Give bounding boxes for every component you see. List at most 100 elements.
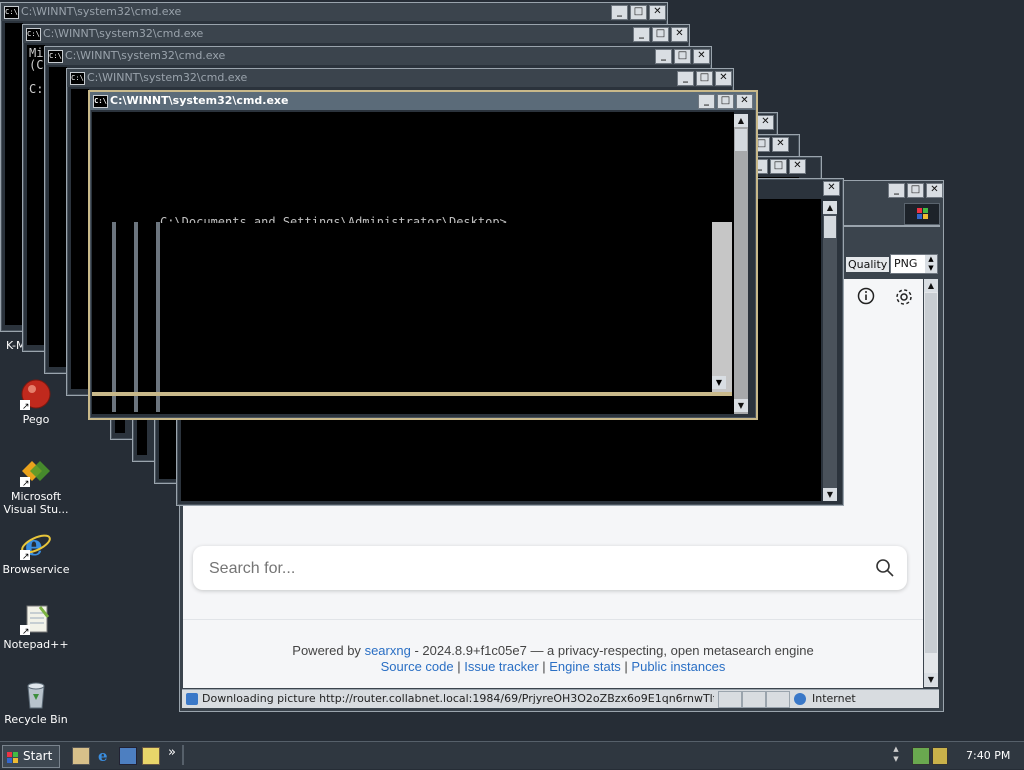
maximize-button[interactable]: □: [717, 94, 734, 109]
close-button[interactable]: ✕: [757, 115, 774, 130]
console-area[interactable]: Mi (C C:: [27, 45, 45, 345]
status-text: Downloading picture http://router.collab…: [202, 692, 714, 705]
quality-value: PNG: [894, 257, 918, 270]
console-area[interactable]: [49, 67, 67, 367]
quicklaunch-explorer-icon[interactable]: [142, 747, 160, 765]
tray-network-icon[interactable]: [912, 747, 930, 765]
icon-label: Browservice: [2, 563, 70, 576]
gear-icon[interactable]: [894, 287, 914, 307]
scroll-thumb[interactable]: [925, 293, 937, 653]
window-title[interactable]: C:\ C:\WINNT\system32\cmd.exe _ □ ✕: [45, 47, 711, 65]
scroll-up-arrow[interactable]: ▲: [823, 201, 837, 214]
browser-scrollbar[interactable]: ▲ ▼: [924, 279, 938, 687]
close-button[interactable]: ✕: [715, 71, 732, 86]
window-controls: _ □ ✕: [655, 49, 710, 64]
minimize-button[interactable]: _: [611, 5, 628, 20]
svg-text:↗: ↗: [22, 402, 30, 410]
minimize-button[interactable]: _: [888, 183, 905, 198]
title-text: C:\WINNT\system32\cmd.exe: [43, 27, 204, 40]
close-button[interactable]: ✕: [649, 5, 666, 20]
minimize-button[interactable]: _: [677, 71, 694, 86]
scroll-down-arrow[interactable]: ▼: [712, 376, 726, 389]
desktop-icon-pego[interactable]: ↗ Pego: [0, 378, 72, 426]
console-scrollbar[interactable]: ▲ ▼: [823, 201, 837, 501]
maximize-button[interactable]: □: [907, 183, 924, 198]
public-instances-link[interactable]: Public instances: [631, 659, 725, 674]
search-input[interactable]: [207, 556, 851, 582]
cmd-icon: C:\: [4, 6, 19, 19]
window-title[interactable]: C:\ C:\WINNT\system32\cmd.exe _ □ ✕: [23, 25, 689, 43]
window-controls: ✕: [757, 115, 774, 130]
window-title[interactable]: C:\ C:\WINNT\system32\cmd.exe _ □ ✕: [67, 69, 733, 87]
cmd-icon: C:\: [93, 95, 108, 108]
maximize-button[interactable]: □: [674, 49, 691, 64]
minimize-button[interactable]: _: [633, 27, 650, 42]
maximize-button[interactable]: □: [696, 71, 713, 86]
globe-icon: [794, 693, 806, 705]
page-footer: Powered by searxng - 2024.8.9+f1c05e7 — …: [292, 643, 814, 674]
cmd-window-active[interactable]: C:\ C:\WINNT\system32\cmd.exe _ □ ✕ C:\Docu…: [88, 90, 758, 420]
quicklaunch-more[interactable]: »: [168, 745, 176, 760]
internet-explorer-icon: e ↗: [20, 528, 52, 562]
quicklaunch-outlook-icon[interactable]: [119, 747, 137, 765]
tray-app-icon[interactable]: [932, 747, 948, 765]
minimize-button[interactable]: _: [698, 94, 715, 109]
console-scrollbar[interactable]: ▲ ▼: [734, 114, 748, 414]
close-button[interactable]: ✕: [789, 159, 806, 174]
quicklaunch-ie-icon[interactable]: e: [96, 747, 112, 765]
close-button[interactable]: ✕: [823, 181, 840, 196]
source-code-link[interactable]: Source code: [381, 659, 454, 674]
windows-flag-icon: [7, 750, 19, 763]
search-box[interactable]: [193, 546, 907, 590]
maximize-button[interactable]: □: [652, 27, 669, 42]
desktop-icon-notepadpp[interactable]: ↗ Notepad++: [0, 603, 72, 651]
quicklaunch-desktop-icon[interactable]: [72, 747, 90, 765]
scroll-up-arrow[interactable]: ▲: [734, 114, 748, 127]
notepadpp-icon: ↗: [20, 603, 52, 637]
maximize-button[interactable]: □: [770, 159, 787, 174]
desktop-icon-browservice[interactable]: e ↗ Browservice: [0, 528, 72, 576]
cmd-icon: C:\: [26, 28, 41, 41]
scroll-thumb[interactable]: [735, 129, 747, 151]
close-button[interactable]: ✕: [772, 137, 789, 152]
close-button[interactable]: ✕: [671, 27, 688, 42]
window-controls: _ □ ✕: [888, 183, 943, 198]
svg-text:↗: ↗: [22, 552, 30, 560]
scroll-down-arrow[interactable]: ▼: [734, 399, 748, 412]
title-text: C:\WINNT\system32\cmd.exe: [87, 71, 248, 84]
spinner-icon[interactable]: ▲ ▼: [925, 255, 937, 273]
maximize-button[interactable]: □: [630, 5, 647, 20]
desktop-icon-visual-studio[interactable]: ↗ Microsoft Visual Stu...: [0, 455, 72, 516]
window-controls: _ □ ✕: [751, 159, 806, 174]
cmd-icon: C:\: [70, 72, 85, 85]
clock[interactable]: 7:40 PM: [966, 749, 1010, 762]
scroll-down-arrow[interactable]: ▼: [924, 673, 938, 686]
engine-stats-link[interactable]: Engine stats: [549, 659, 621, 674]
minimize-button[interactable]: _: [655, 49, 672, 64]
scroll-thumb[interactable]: [824, 216, 836, 238]
scroll-up-arrow[interactable]: ▲: [924, 279, 938, 292]
issue-tracker-link[interactable]: Issue tracker: [464, 659, 538, 674]
tray-scroll[interactable]: ▲ ▼: [890, 744, 902, 766]
console-area[interactable]: [5, 23, 23, 325]
console-prompt: C:\Documents and Settings\Administrator\…: [160, 215, 507, 223]
close-button[interactable]: ✕: [926, 183, 943, 198]
visual-studio-icon: ↗: [20, 455, 52, 489]
status-zone: Internet: [812, 692, 856, 705]
window-title[interactable]: C:\ C:\WINNT\system32\cmd.exe _ □ ✕: [90, 92, 756, 110]
quality-label: Quality: [846, 257, 890, 272]
searxng-link[interactable]: searxng: [365, 643, 411, 658]
quality-select[interactable]: PNG ▲ ▼: [890, 254, 938, 274]
console-area[interactable]: [71, 89, 89, 389]
window-controls: □ ✕: [753, 137, 789, 152]
close-button[interactable]: ✕: [736, 94, 753, 109]
start-button[interactable]: Start: [2, 745, 60, 768]
info-icon[interactable]: [857, 287, 875, 305]
scroll-down-arrow[interactable]: ▼: [823, 488, 837, 501]
desktop-icon-recycle-bin[interactable]: Recycle Bin: [0, 678, 72, 726]
console-area[interactable]: C:\Documents and Settings\Administrator\…: [92, 112, 734, 414]
window-title[interactable]: C:\ C:\WINNT\system32\cmd.exe _ □ ✕: [1, 3, 667, 21]
close-button[interactable]: ✕: [693, 49, 710, 64]
search-icon[interactable]: [875, 558, 895, 578]
console-line: (C: [29, 58, 44, 72]
